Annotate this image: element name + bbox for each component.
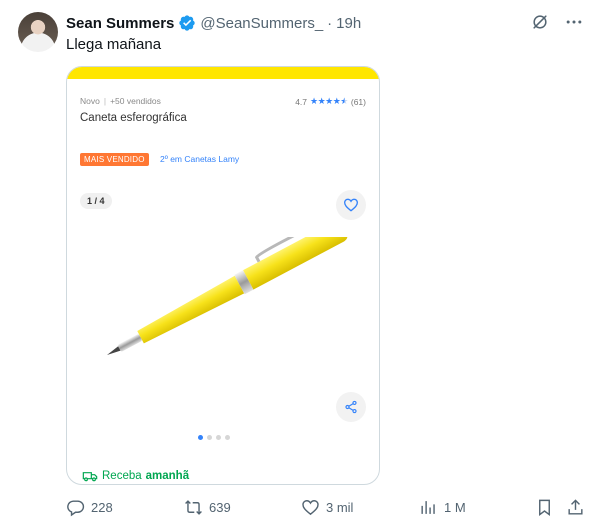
verified-badge-icon[interactable] — [178, 14, 196, 32]
rating-value: 4.7 — [295, 96, 308, 107]
pen-product-image — [107, 237, 348, 355]
author-name[interactable]: Sean Summers — [66, 15, 174, 32]
like-button[interactable]: 3 mil — [301, 498, 353, 517]
reply-icon — [67, 500, 85, 517]
delivery-prefix: Receba — [102, 470, 142, 482]
separator-dot: · — [327, 14, 333, 32]
bookmark-button[interactable] — [535, 498, 554, 517]
best-seller-badge: MAIS VENDIDO — [80, 153, 149, 166]
category-ranking-link: 2º em Canetas Lamy — [160, 154, 240, 164]
tweet-media-image[interactable]: Novo | +50 vendidos 4.7 ★★★★★ (61) Caneta … — [66, 66, 380, 485]
share-button[interactable] — [566, 498, 585, 517]
share-icon — [568, 499, 583, 515]
truck-icon — [82, 472, 98, 482]
grok-icon[interactable] — [530, 12, 550, 32]
repost-button[interactable]: 639 — [184, 498, 231, 517]
reply-count: 228 — [91, 500, 113, 515]
brand-header-bar — [67, 67, 379, 79]
delivery-info: Receba amanhã — [82, 470, 189, 482]
views-button[interactable]: 1 M — [419, 498, 466, 517]
author-avatar[interactable] — [18, 12, 58, 52]
reply-button[interactable]: 228 — [66, 498, 113, 517]
share-product-button — [336, 392, 366, 422]
carousel-dots — [198, 435, 230, 440]
favorite-button — [336, 190, 366, 220]
tweet-header: Sean Summers @SeanSummers_ · 19h — [66, 13, 361, 33]
more-icon[interactable] — [564, 12, 584, 32]
meta-separator: | — [103, 96, 107, 106]
carousel-dot — [198, 435, 203, 440]
carousel-dot — [225, 435, 230, 440]
views-count: 1 M — [444, 500, 466, 515]
image-counter: 1 / 4 — [80, 193, 112, 209]
tweet-time[interactable]: 19h — [336, 15, 361, 32]
tweet-actions-bar: 228 639 3 mil 1 M — [66, 498, 586, 518]
bookmark-icon — [539, 499, 550, 517]
author-handle[interactable]: @SeanSummers_ — [200, 15, 323, 32]
product-meta: Novo | +50 vendidos — [80, 96, 161, 106]
repost-icon — [185, 500, 202, 515]
carousel-dot — [207, 435, 212, 440]
share-nodes-icon — [345, 400, 357, 414]
product-title: Caneta esferográfica — [80, 112, 187, 124]
product-condition: Novo — [80, 96, 100, 106]
delivery-day: amanhã — [145, 470, 190, 482]
repost-count: 639 — [209, 500, 231, 515]
carousel-dot — [216, 435, 221, 440]
tweet-top-actions — [530, 12, 584, 32]
rating-stars-icon: ★★★★★ — [310, 96, 348, 106]
views-icon — [421, 501, 435, 514]
rating-count: (61) — [350, 96, 366, 107]
tweet-text: Llega mañana — [66, 36, 162, 53]
like-count: 3 mil — [326, 500, 354, 515]
heart-outline-icon — [343, 198, 359, 212]
product-rating: 4.7 ★★★★★ (61) — [295, 96, 366, 107]
heart-icon — [302, 500, 319, 516]
product-sold-count: +50 vendidos — [110, 96, 161, 106]
